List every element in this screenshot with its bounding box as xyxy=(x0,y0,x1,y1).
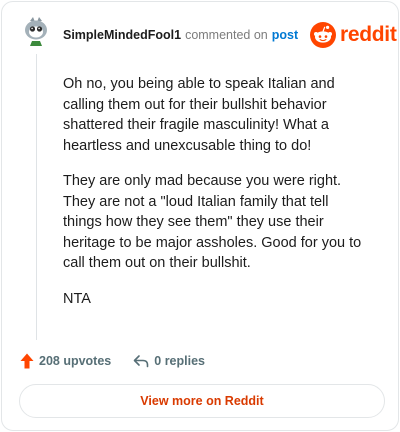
upvote-count: 208 upvotes xyxy=(39,354,112,368)
reddit-logo-icon xyxy=(310,22,336,48)
reply-button[interactable]: 0 replies xyxy=(133,354,205,368)
comment-paragraph: They are only mad because you were right… xyxy=(63,172,362,272)
reply-arrow-icon xyxy=(133,355,149,368)
comment-header: SimpleMindedFool1 commented on post xyxy=(63,26,298,44)
reply-count: 0 replies xyxy=(154,354,205,368)
embedded-comment-card: SimpleMindedFool1 commented on post redd… xyxy=(1,1,399,431)
upvote-arrow-icon xyxy=(20,353,34,369)
avatar[interactable] xyxy=(22,16,50,46)
comment-body: Oh no, you being able to speak Italian a… xyxy=(63,74,363,324)
post-link[interactable]: post xyxy=(272,28,298,42)
reddit-wordmark: reddit xyxy=(340,23,397,46)
reddit-brand[interactable]: reddit xyxy=(310,21,397,49)
commented-on-text: commented on xyxy=(185,28,268,42)
thread-line xyxy=(36,54,37,340)
comment-paragraph: NTA xyxy=(63,290,91,307)
comment-paragraph: Oh no, you being able to speak Italian a… xyxy=(63,76,335,154)
comment-author[interactable]: SimpleMindedFool1 xyxy=(63,28,181,42)
comment-actions: 208 upvotes 0 replies xyxy=(20,351,205,371)
snoo-avatar-icon xyxy=(25,17,47,46)
view-more-button[interactable]: View more on Reddit xyxy=(19,384,385,418)
upvote-button[interactable]: 208 upvotes xyxy=(20,353,111,369)
